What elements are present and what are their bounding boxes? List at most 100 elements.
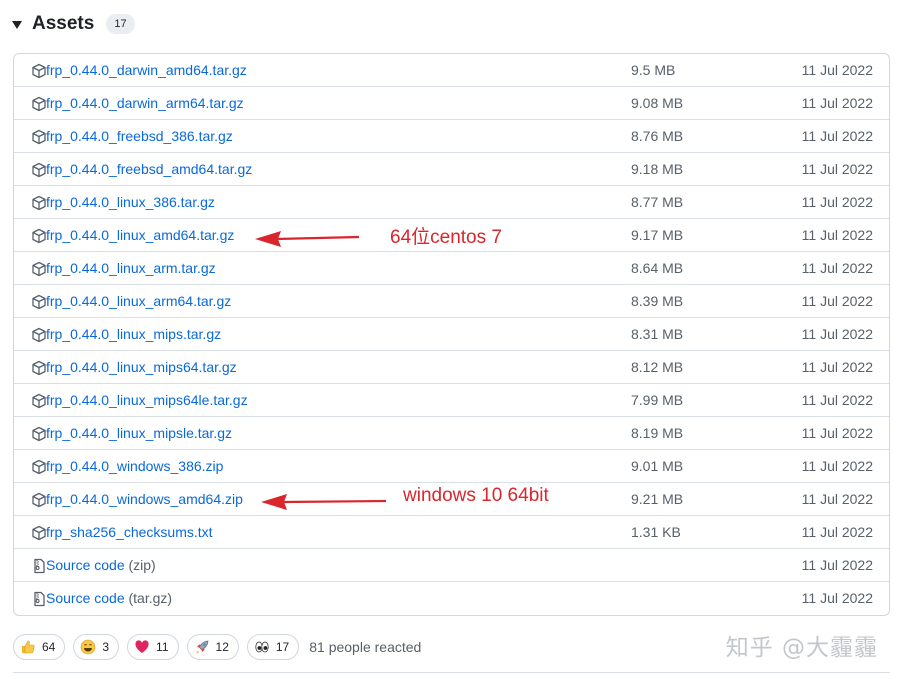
zhihu-watermark: 知乎 @大霾霾 bbox=[725, 635, 878, 661]
asset-name: frp_0.44.0_linux_386.tar.gz bbox=[46, 194, 215, 210]
assets-count-badge: 17 bbox=[106, 14, 135, 34]
asset-link[interactable]: frp_0.44.0_darwin_amd64.tar.gz bbox=[46, 54, 247, 87]
asset-link[interactable]: frp_0.44.0_linux_arm.tar.gz bbox=[46, 252, 216, 285]
package-icon bbox=[31, 393, 47, 409]
asset-date: 11 Jul 2022 bbox=[801, 359, 873, 375]
asset-name: frp_0.44.0_linux_mips.tar.gz bbox=[46, 326, 222, 342]
asset-row: frp_0.44.0_windows_amd64.zip 9.21 MB 11 Ju… bbox=[14, 483, 889, 516]
asset-date: 11 Jul 2022 bbox=[801, 557, 873, 573]
asset-name: frp_0.44.0_freebsd_amd64.tar.gz bbox=[46, 161, 253, 177]
asset-row: Source code (tar.gz) 11 Jul 2022 bbox=[14, 582, 889, 615]
asset-row: frp_0.44.0_linux_mipsle.tar.gz 8.19 MB 11 … bbox=[14, 417, 889, 450]
asset-name: frp_0.44.0_darwin_arm64.tar.gz bbox=[46, 95, 244, 111]
asset-row: frp_0.44.0_linux_386.tar.gz 8.77 MB 11 Jul… bbox=[14, 186, 889, 219]
asset-size: 8.76 MB bbox=[631, 128, 684, 144]
asset-name: frp_0.44.0_linux_arm64.tar.gz bbox=[46, 293, 232, 309]
asset-size: 9.5 MB bbox=[631, 62, 676, 78]
asset-size: 9.18 MB bbox=[631, 161, 684, 177]
asset-date: 11 Jul 2022 bbox=[801, 425, 873, 441]
asset-row: frp_0.44.0_linux_mips64le.tar.gz 7.99 MB 1… bbox=[14, 384, 889, 417]
asset-link[interactable]: frp_0.44.0_darwin_arm64.tar.gz bbox=[46, 87, 244, 120]
asset-row: frp_0.44.0_darwin_amd64.tar.gz 9.5 MB 11 J… bbox=[14, 54, 889, 87]
reacted-summary: 81 people reacted bbox=[309, 639, 422, 655]
asset-name: frp_0.44.0_linux_arm.tar.gz bbox=[46, 260, 216, 276]
asset-name: frp_0.44.0_linux_amd64.tar.gz bbox=[46, 227, 235, 243]
asset-row: frp_0.44.0_freebsd_amd64.tar.gz 9.18 MB 11… bbox=[14, 153, 889, 186]
asset-name: Source code bbox=[46, 557, 125, 573]
asset-link[interactable]: frp_0.44.0_linux_mips.tar.gz bbox=[46, 318, 221, 351]
package-icon bbox=[31, 360, 47, 376]
asset-row: frp_0.44.0_darwin_arm64.tar.gz 9.08 MB 11 … bbox=[14, 87, 889, 120]
asset-suffix: (tar.gz) bbox=[124, 590, 173, 606]
package-icon bbox=[31, 459, 47, 475]
thumbs-up-icon bbox=[22, 640, 35, 654]
asset-date: 11 Jul 2022 bbox=[801, 128, 873, 144]
asset-link[interactable]: Source code (tar.gz) bbox=[46, 582, 172, 615]
assets-list: frp_0.44.0_darwin_amd64.tar.gz 9.5 MB 11 J… bbox=[13, 53, 890, 616]
asset-size: 7.99 MB bbox=[631, 392, 684, 408]
package-icon bbox=[31, 525, 47, 541]
package-icon bbox=[31, 228, 47, 244]
asset-size: 8.31 MB bbox=[631, 326, 684, 342]
asset-link[interactable]: frp_0.44.0_linux_mips64.tar.gz bbox=[46, 351, 237, 384]
asset-name: frp_0.44.0_freebsd_386.tar.gz bbox=[46, 128, 233, 144]
package-icon bbox=[31, 96, 47, 112]
asset-date: 11 Jul 2022 bbox=[801, 392, 873, 408]
asset-date: 11 Jul 2022 bbox=[801, 260, 873, 276]
reactions-bar: 64 3 11 12 17 81 people reacted bbox=[13, 633, 421, 661]
package-icon bbox=[31, 426, 47, 442]
asset-size: 1.31 KB bbox=[631, 524, 681, 540]
asset-size: 9.01 MB bbox=[631, 458, 684, 474]
package-icon bbox=[31, 261, 47, 277]
asset-date: 11 Jul 2022 bbox=[801, 194, 873, 210]
asset-date: 11 Jul 2022 bbox=[801, 227, 873, 243]
caret-down-icon[interactable] bbox=[12, 21, 22, 29]
asset-link[interactable]: frp_0.44.0_linux_arm64.tar.gz bbox=[46, 285, 231, 318]
asset-link[interactable]: frp_0.44.0_linux_mips64le.tar.gz bbox=[46, 384, 248, 417]
asset-size: 8.12 MB bbox=[631, 359, 684, 375]
asset-suffix: (zip) bbox=[124, 557, 156, 573]
asset-row: frp_sha256_checksums.txt 1.31 KB 11 Jul 20… bbox=[14, 516, 889, 549]
asset-date: 11 Jul 2022 bbox=[801, 293, 873, 309]
asset-link[interactable]: frp_0.44.0_linux_386.tar.gz bbox=[46, 186, 215, 219]
reaction-rocket[interactable]: 12 bbox=[186, 634, 239, 660]
package-icon bbox=[31, 195, 47, 211]
package-icon bbox=[31, 63, 47, 79]
asset-name: frp_0.44.0_windows_amd64.zip bbox=[46, 491, 243, 507]
reaction-thumbs-up[interactable]: 64 bbox=[13, 634, 66, 660]
asset-name: Source code bbox=[46, 590, 125, 606]
reaction-eyes[interactable]: 17 bbox=[246, 634, 300, 660]
asset-link[interactable]: frp_0.44.0_windows_amd64.zip bbox=[46, 483, 243, 516]
asset-row: frp_0.44.0_freebsd_386.tar.gz 8.76 MB 11 J… bbox=[14, 120, 889, 153]
asset-link[interactable]: frp_0.44.0_windows_386.zip bbox=[46, 450, 223, 483]
asset-name: frp_sha256_checksums.txt bbox=[46, 524, 213, 540]
assets-header[interactable]: Assets 17 bbox=[12, 10, 135, 38]
asset-link[interactable]: Source code (zip) bbox=[46, 549, 156, 582]
asset-date: 11 Jul 2022 bbox=[801, 590, 873, 606]
asset-date: 11 Jul 2022 bbox=[801, 161, 873, 177]
asset-size: 9.21 MB bbox=[631, 491, 684, 507]
asset-link[interactable]: frp_0.44.0_freebsd_amd64.tar.gz bbox=[46, 153, 252, 186]
package-icon bbox=[31, 327, 47, 343]
asset-link[interactable]: frp_0.44.0_linux_mipsle.tar.gz bbox=[46, 417, 232, 450]
package-icon bbox=[31, 492, 47, 508]
asset-name: frp_0.44.0_linux_mips64.tar.gz bbox=[46, 359, 237, 375]
asset-name: frp_0.44.0_linux_mips64le.tar.gz bbox=[46, 392, 248, 408]
asset-size: 8.77 MB bbox=[631, 194, 684, 210]
asset-date: 11 Jul 2022 bbox=[801, 62, 873, 78]
asset-row: frp_0.44.0_linux_mips64.tar.gz 8.12 MB 11 … bbox=[14, 351, 889, 384]
asset-name: frp_0.44.0_linux_mipsle.tar.gz bbox=[46, 425, 232, 441]
asset-date: 11 Jul 2022 bbox=[801, 491, 873, 507]
asset-link[interactable]: frp_0.44.0_freebsd_386.tar.gz bbox=[46, 120, 233, 153]
asset-size: 8.19 MB bbox=[631, 425, 684, 441]
reaction-heart[interactable]: 11 bbox=[127, 634, 179, 660]
asset-size: 8.39 MB bbox=[631, 293, 684, 309]
asset-size: 9.08 MB bbox=[631, 95, 684, 111]
reaction-smile[interactable]: 3 bbox=[73, 634, 120, 660]
asset-row: Source code (zip) 11 Jul 2022 bbox=[14, 549, 889, 582]
asset-link[interactable]: frp_sha256_checksums.txt bbox=[46, 516, 213, 549]
heart-icon bbox=[135, 640, 149, 653]
asset-link[interactable]: frp_0.44.0_linux_amd64.tar.gz bbox=[46, 219, 234, 252]
asset-date: 11 Jul 2022 bbox=[801, 326, 873, 342]
divider bbox=[13, 672, 890, 673]
